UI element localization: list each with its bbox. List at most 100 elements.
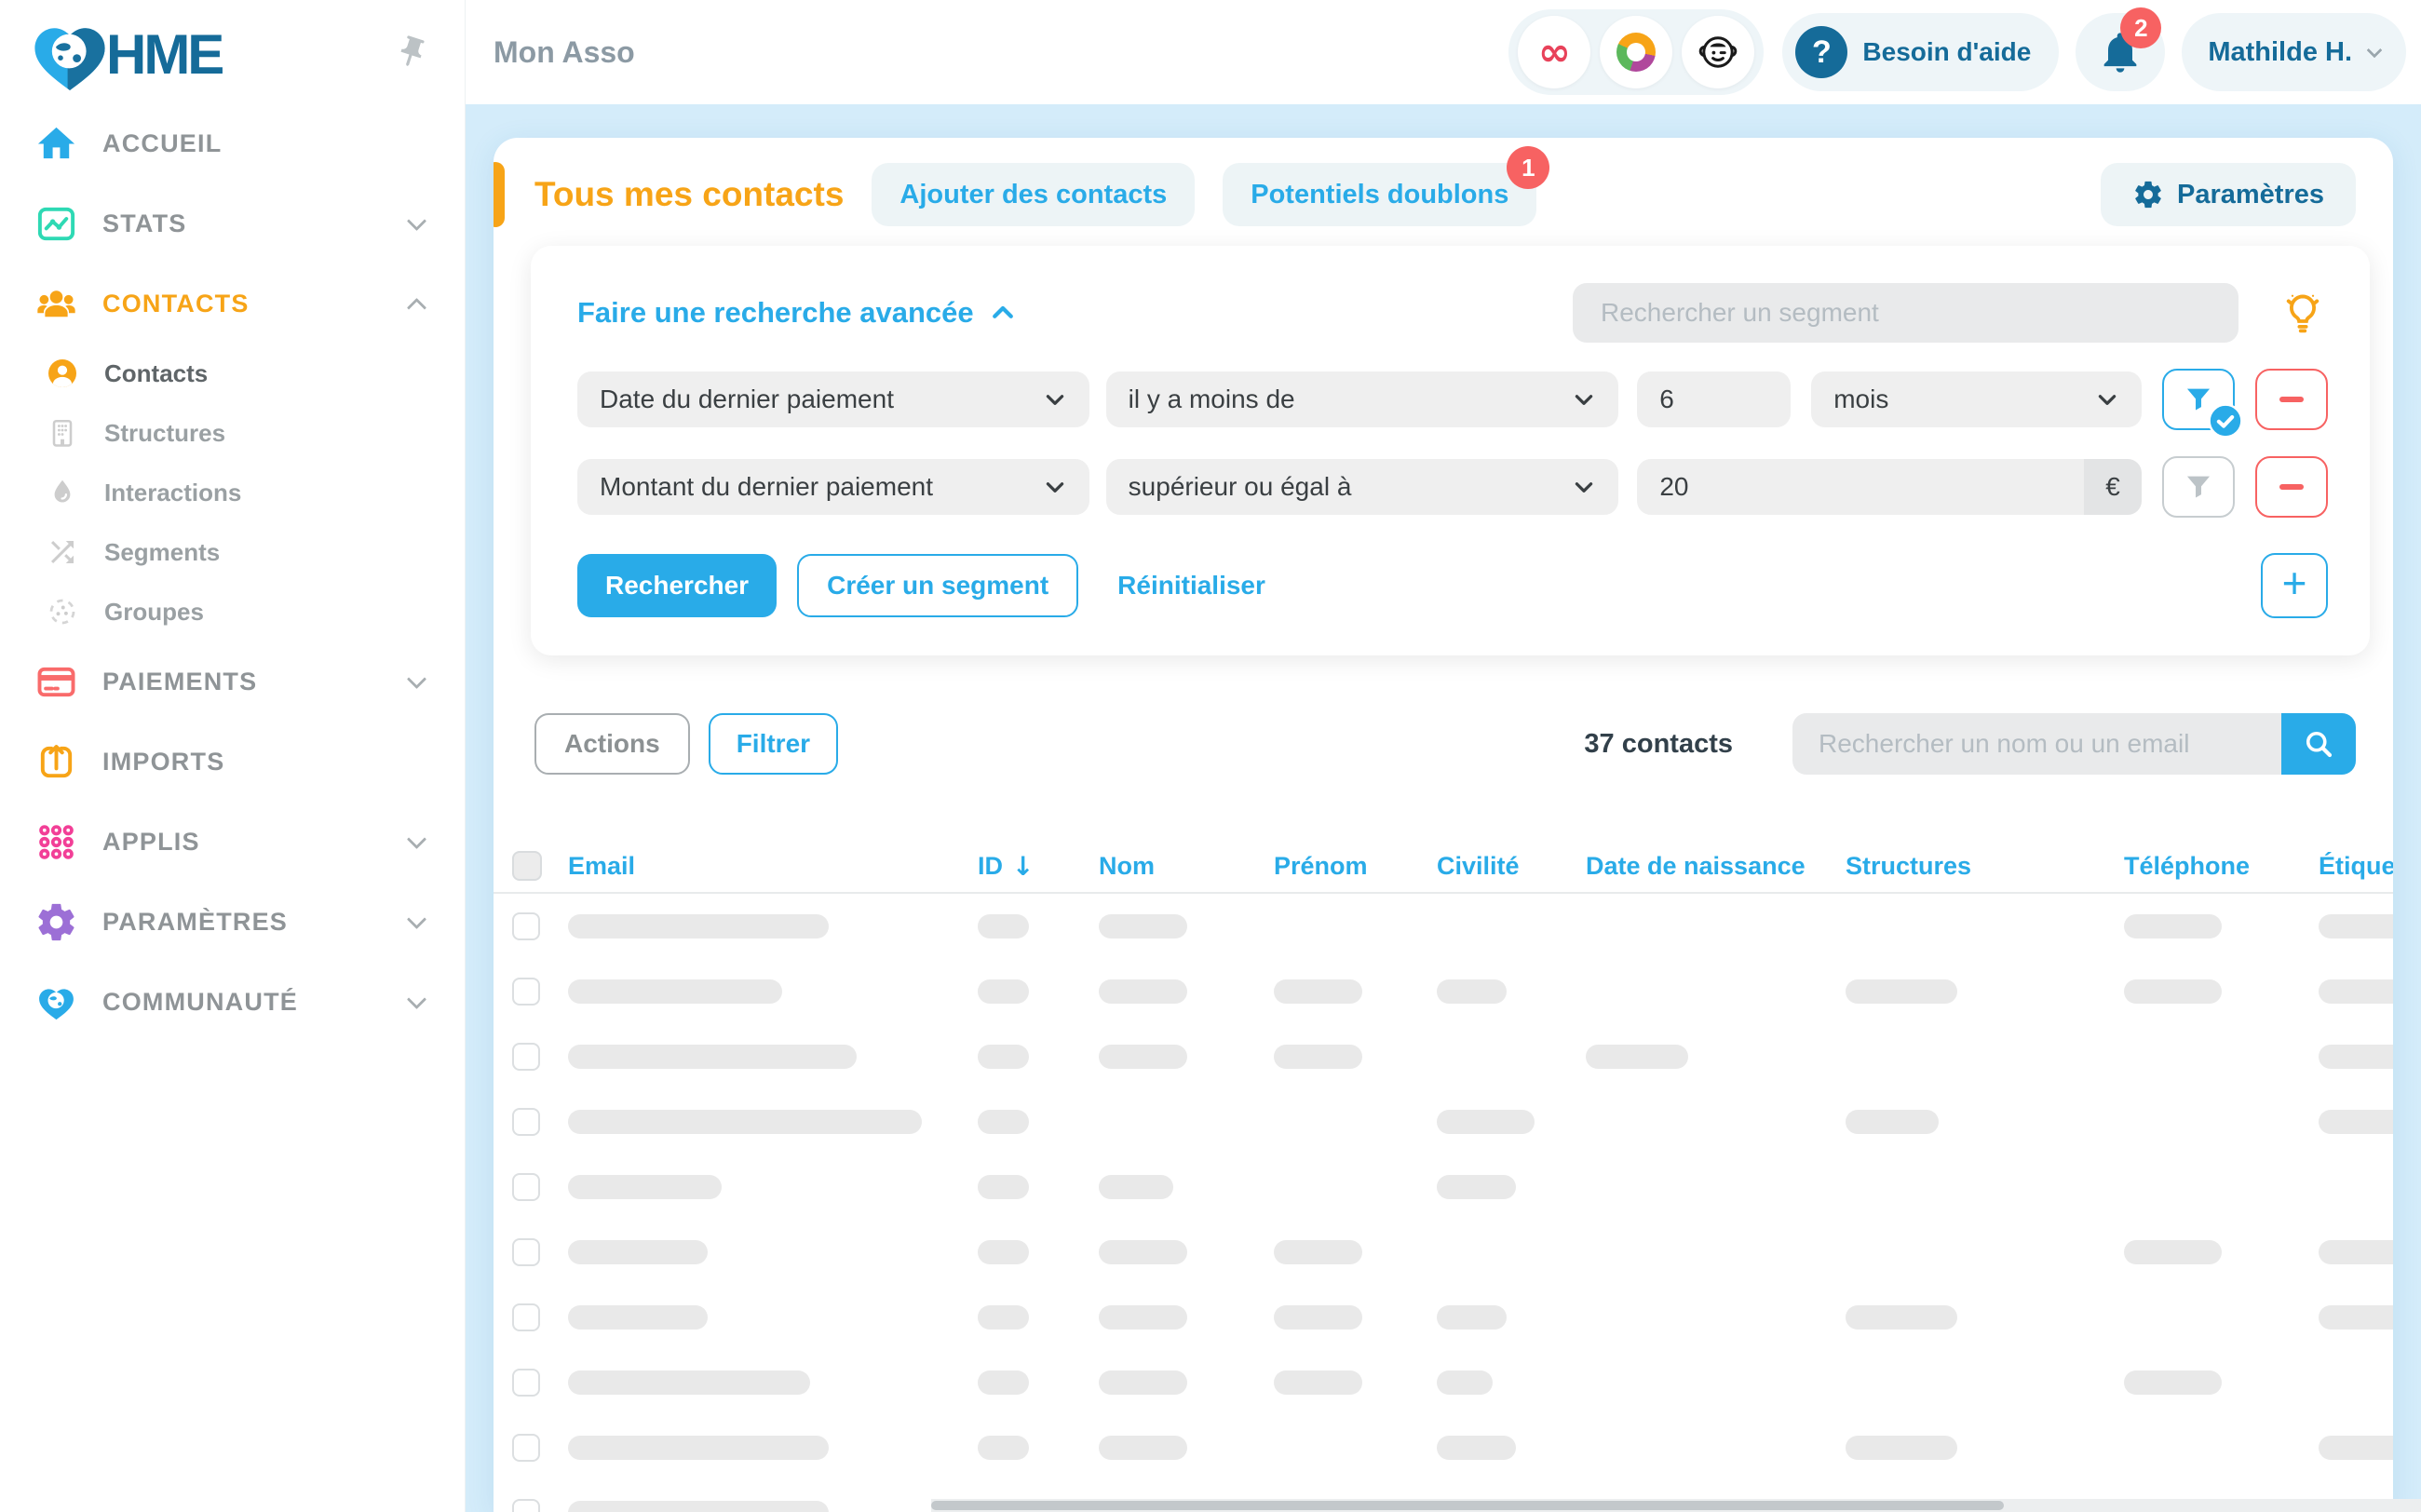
row-checkbox[interactable] bbox=[512, 912, 540, 940]
logo-text: HME bbox=[106, 22, 222, 87]
check-badge-icon bbox=[2208, 403, 2243, 439]
filter-button[interactable]: Filtrer bbox=[709, 713, 838, 775]
logo-row: HME bbox=[0, 0, 465, 103]
create-segment-button[interactable]: Créer un segment bbox=[797, 554, 1078, 617]
add-filter-button[interactable]: + bbox=[2261, 553, 2328, 618]
skeleton-bar bbox=[1437, 979, 1507, 1004]
sidebar-subitem-interactions[interactable]: Interactions bbox=[0, 463, 465, 522]
duplicates-button[interactable]: Potentiels doublons 1 bbox=[1223, 163, 1536, 226]
workspace-title: Mon Asso bbox=[494, 35, 635, 70]
row-checkbox[interactable] bbox=[512, 1434, 540, 1462]
sidebar-item-stats[interactable]: STATS bbox=[0, 183, 465, 263]
filter-unit-select[interactable]: mois bbox=[1811, 371, 2142, 427]
mailchimp-icon[interactable] bbox=[1682, 16, 1754, 88]
skeleton-bar bbox=[1437, 1305, 1507, 1330]
row-checkbox[interactable] bbox=[512, 1303, 540, 1331]
sidebar-item-parametres[interactable]: PARAMÈTRES bbox=[0, 882, 465, 962]
row-checkbox[interactable] bbox=[512, 978, 540, 1006]
sidebar-item-applis[interactable]: APPLIS bbox=[0, 802, 465, 882]
horizontal-scrollbar[interactable] bbox=[931, 1499, 2421, 1512]
row-checkbox[interactable] bbox=[512, 1238, 540, 1266]
funnel-icon bbox=[2183, 471, 2214, 503]
apps-grid-icon bbox=[32, 817, 80, 866]
row-checkbox[interactable] bbox=[512, 1108, 540, 1136]
chevron-up-icon bbox=[407, 297, 426, 317]
advanced-search-panel: Faire une recherche avancée bbox=[531, 246, 2370, 655]
sidebar-subitem-groupes[interactable]: Groupes bbox=[0, 582, 465, 641]
filter-field-select[interactable]: Date du dernier paiement bbox=[577, 371, 1089, 427]
table-row bbox=[494, 1285, 2393, 1350]
apply-filter-button[interactable] bbox=[2162, 456, 2235, 518]
filter-value-input[interactable] bbox=[1637, 371, 1791, 427]
infinity-icon[interactable]: ∞ bbox=[1518, 16, 1590, 88]
sidebar-subitem-segments[interactable]: Segments bbox=[0, 522, 465, 582]
remove-filter-button[interactable] bbox=[2255, 369, 2328, 430]
column-header-id[interactable]: ID ↓ bbox=[978, 851, 1099, 882]
column-header-date-naissance[interactable]: Date de naissance bbox=[1586, 852, 1846, 881]
filter-value-input[interactable] bbox=[1637, 459, 2084, 515]
remove-filter-button[interactable] bbox=[2255, 456, 2328, 518]
ring-icon[interactable] bbox=[1600, 16, 1672, 88]
row-checkbox[interactable] bbox=[512, 1043, 540, 1071]
pin-sidebar-icon[interactable] bbox=[394, 34, 429, 74]
skeleton-bar bbox=[1846, 1305, 1957, 1330]
column-header-civilite[interactable]: Civilité bbox=[1437, 852, 1586, 881]
skeleton-bar bbox=[1437, 1436, 1516, 1460]
chevron-down-icon bbox=[407, 909, 426, 928]
select-all-checkbox[interactable] bbox=[512, 851, 542, 881]
sort-desc-icon[interactable]: ↓ bbox=[1012, 851, 1034, 882]
notifications-button[interactable]: 2 bbox=[2076, 13, 2165, 91]
skeleton-bar bbox=[978, 979, 1029, 1004]
list-controls: Actions Filtrer 37 contacts bbox=[534, 713, 2356, 775]
content-area: Tous mes contacts Ajouter des contacts P… bbox=[466, 104, 2421, 1512]
logo-heart-globe-icon bbox=[24, 14, 115, 96]
skeleton-bar bbox=[1274, 1370, 1362, 1395]
search-actions-row: Rechercher Créer un segment Réinitialise… bbox=[577, 553, 2328, 618]
actions-button[interactable]: Actions bbox=[534, 713, 690, 775]
filter-operator-select[interactable]: il y a moins de bbox=[1106, 371, 1619, 427]
add-contacts-button[interactable]: Ajouter des contacts bbox=[872, 163, 1195, 226]
segment-search-input[interactable] bbox=[1573, 283, 2238, 343]
scrollbar-thumb[interactable] bbox=[931, 1501, 2004, 1510]
advanced-search-toggle[interactable]: Faire une recherche avancée bbox=[577, 296, 1017, 330]
skeleton-bar bbox=[2124, 914, 2222, 938]
contact-search-input[interactable] bbox=[1792, 713, 2281, 775]
row-checkbox[interactable] bbox=[512, 1369, 540, 1397]
sidebar-subitem-structures[interactable]: Structures bbox=[0, 403, 465, 463]
filter-amount-group: € bbox=[1637, 459, 2142, 515]
reset-button[interactable]: Réinitialiser bbox=[1117, 571, 1265, 601]
app-logo[interactable]: HME bbox=[24, 14, 222, 96]
filter-field-select[interactable]: Montant du dernier paiement bbox=[577, 459, 1089, 515]
sidebar-item-imports[interactable]: IMPORTS bbox=[0, 722, 465, 802]
user-menu[interactable]: Mathilde H. bbox=[2182, 13, 2406, 91]
sidebar-subitem-contacts[interactable]: Contacts bbox=[0, 344, 465, 403]
contacts-count: 37 contacts bbox=[1584, 729, 1733, 760]
sidebar-item-accueil[interactable]: ACCUEIL bbox=[0, 103, 465, 183]
column-header-nom[interactable]: Nom bbox=[1099, 852, 1274, 881]
skeleton-bar bbox=[978, 914, 1029, 938]
skeleton-bar bbox=[1586, 1045, 1688, 1069]
sidebar-item-communaute[interactable]: COMMUNAUTÉ bbox=[0, 962, 465, 1042]
help-button[interactable]: ? Besoin d'aide bbox=[1782, 13, 2059, 91]
column-header-structures[interactable]: Structures bbox=[1846, 852, 2124, 881]
filter-operator-select[interactable]: supérieur ou égal à bbox=[1106, 459, 1619, 515]
column-header-etiquettes[interactable]: Étiquettes bbox=[2319, 852, 2393, 881]
skeleton-bar bbox=[1437, 1175, 1516, 1199]
column-header-telephone[interactable]: Téléphone bbox=[2124, 852, 2319, 881]
row-checkbox[interactable] bbox=[512, 1499, 540, 1512]
currency-suffix: € bbox=[2084, 459, 2142, 515]
table-body bbox=[494, 894, 2393, 1512]
lightbulb-icon[interactable] bbox=[2278, 288, 2328, 338]
sidebar-item-contacts[interactable]: CONTACTS bbox=[0, 263, 465, 344]
search-button[interactable]: Rechercher bbox=[577, 554, 777, 617]
search-submit-button[interactable] bbox=[2281, 713, 2356, 775]
table-row bbox=[494, 1089, 2393, 1154]
row-checkbox[interactable] bbox=[512, 1173, 540, 1201]
sidebar-item-paiements[interactable]: PAIEMENTS bbox=[0, 641, 465, 722]
skeleton-bar bbox=[1846, 1110, 1939, 1134]
skeleton-bar bbox=[568, 1110, 922, 1134]
column-header-prenom[interactable]: Prénom bbox=[1274, 852, 1437, 881]
column-header-email[interactable]: Email bbox=[568, 852, 978, 881]
apply-filter-button[interactable] bbox=[2162, 369, 2235, 430]
settings-button[interactable]: Paramètres bbox=[2101, 163, 2356, 226]
